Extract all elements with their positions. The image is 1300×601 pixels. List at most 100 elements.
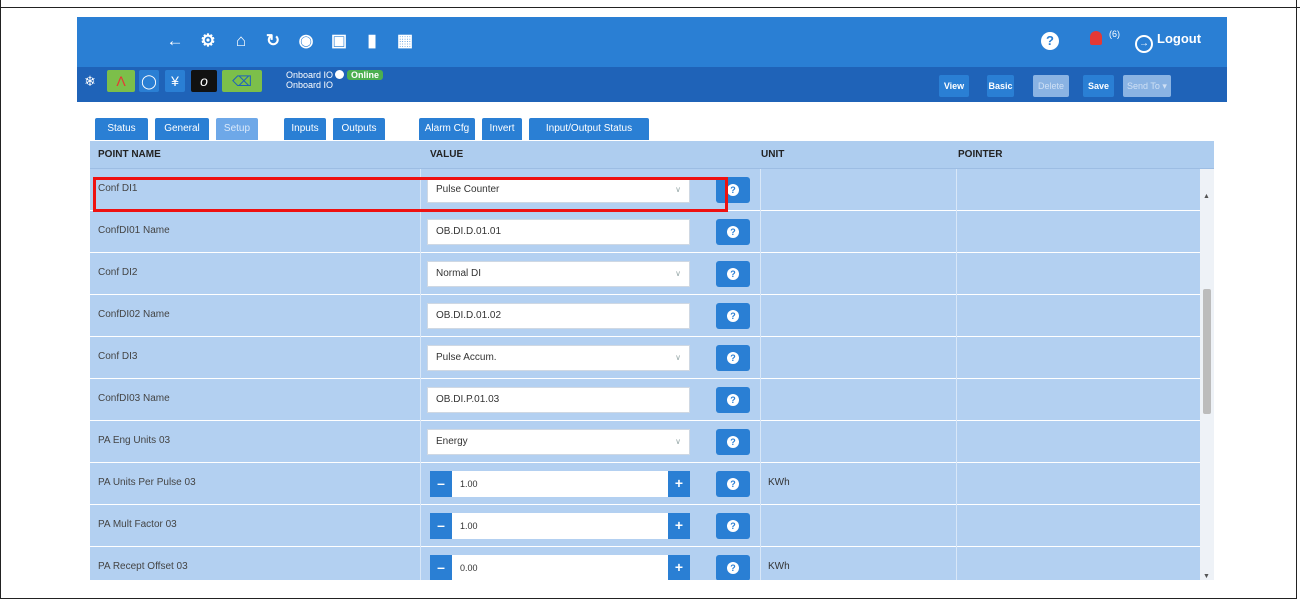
scroll-up-icon[interactable]: ▲ xyxy=(1203,193,1210,200)
help-button[interactable]: ? xyxy=(716,513,750,539)
question-icon: ? xyxy=(727,226,739,238)
highlight-box xyxy=(93,177,728,212)
column-pointer: POINTER xyxy=(958,149,1003,160)
tab-invert[interactable]: Invert xyxy=(482,118,522,140)
question-icon: ? xyxy=(727,436,739,448)
question-icon: ? xyxy=(727,184,739,196)
help-button[interactable]: ? xyxy=(716,303,750,329)
dashboard-icon[interactable]: ▦ xyxy=(395,31,415,51)
column-value: VALUE xyxy=(430,149,464,160)
help-button[interactable]: ? xyxy=(716,471,750,497)
question-icon: ? xyxy=(727,352,739,364)
info-icon[interactable] xyxy=(335,70,345,79)
table-header: POINT NAME VALUE UNIT POINTER xyxy=(90,141,1214,169)
gear-icon[interactable]: ⚙ xyxy=(198,31,218,51)
notification-count: (6) xyxy=(1109,29,1120,39)
table-scrollbar[interactable]: ▲ ▼ xyxy=(1200,169,1214,580)
question-icon: ? xyxy=(727,394,739,406)
value-select[interactable]: Energy ∨ xyxy=(427,429,690,455)
chevron-down-icon: ∨ xyxy=(675,269,681,278)
question-icon: ? xyxy=(727,562,739,574)
number-input[interactable]: 1.00 xyxy=(452,471,668,497)
table-row: PA Recept Offset 03 – 0.00 + ? KWh xyxy=(90,547,1200,580)
basic-button[interactable]: Basic xyxy=(987,75,1014,97)
alarm-icon[interactable]: Λ xyxy=(107,70,135,92)
value-select[interactable]: Normal DI ∨ xyxy=(427,261,690,287)
point-name: PA Units Per Pulse 03 xyxy=(98,477,196,488)
increment-button[interactable]: + xyxy=(668,471,690,497)
tab-input-output-status[interactable]: Input/Output Status xyxy=(529,118,649,140)
tab-inputs[interactable]: Inputs xyxy=(284,118,326,140)
question-icon: ? xyxy=(727,478,739,490)
table-row: Conf DI2 Normal DI ∨ ? xyxy=(90,253,1200,295)
decrement-button[interactable]: – xyxy=(430,555,452,580)
lightbulb-icon[interactable]: ◯ xyxy=(139,70,159,92)
value-select-text: Energy xyxy=(436,436,468,447)
tab-general[interactable]: General xyxy=(155,118,209,140)
save-button[interactable]: Save xyxy=(1083,75,1114,97)
tab-outputs[interactable]: Outputs xyxy=(333,118,385,140)
tab-status[interactable]: Status xyxy=(95,118,148,140)
send-to-button[interactable]: Send To ▾ xyxy=(1123,75,1171,97)
number-input[interactable]: 1.00 xyxy=(452,513,668,539)
bell-icon[interactable] xyxy=(1090,31,1102,45)
help-button[interactable]: ? xyxy=(716,387,750,413)
view-button[interactable]: View xyxy=(939,75,969,97)
table-row: Conf DI3 Pulse Accum. ∨ ? xyxy=(90,337,1200,379)
back-arrow-icon[interactable]: ← xyxy=(165,31,185,51)
table-row: PA Units Per Pulse 03 – 1.00 + ? KWh xyxy=(90,463,1200,505)
unit-label: KWh xyxy=(768,561,790,572)
device-icon[interactable]: ⌫ xyxy=(222,70,262,92)
value-text-input[interactable]: OB.DI.D.01.01 xyxy=(427,219,690,245)
logout-button[interactable]: → Logout xyxy=(1135,31,1201,53)
quantity-stepper: – 0.00 + xyxy=(430,555,690,580)
point-name: ConfDI01 Name xyxy=(98,225,170,236)
help-button[interactable]: ? xyxy=(716,219,750,245)
number-input[interactable]: 0.00 xyxy=(452,555,668,580)
chevron-down-icon: ∨ xyxy=(675,437,681,446)
top-toolbar: ← ⚙ ⌂ ↻ ◉ ▣ ▮ ▦ ? (6) → Logout xyxy=(77,17,1227,67)
value-select-text: Pulse Accum. xyxy=(436,352,497,363)
question-icon: ? xyxy=(727,520,739,532)
help-button[interactable]: ? xyxy=(716,555,750,580)
unit-label: KWh xyxy=(768,477,790,488)
decrement-button[interactable]: – xyxy=(430,471,452,497)
device-name-line2: Onboard IO xyxy=(286,80,334,90)
decrement-button[interactable]: – xyxy=(430,513,452,539)
io-icon[interactable]: o xyxy=(191,70,217,92)
home-icon[interactable]: ⌂ xyxy=(231,31,251,51)
question-icon: ? xyxy=(727,310,739,322)
point-name: Conf DI2 xyxy=(98,267,138,278)
scrollbar-thumb[interactable] xyxy=(1203,289,1211,414)
snowflake-icon[interactable]: ❄ xyxy=(80,70,100,92)
point-name: Conf DI3 xyxy=(98,351,138,362)
points-table-body[interactable]: Conf DI1 Pulse Counter ∨ ? ConfDI01 Name … xyxy=(90,169,1200,580)
table-row: ConfDI02 Name OB.DI.D.01.02 ? xyxy=(90,295,1200,337)
delete-button[interactable]: Delete xyxy=(1033,75,1069,97)
app-window: ← ⚙ ⌂ ↻ ◉ ▣ ▮ ▦ ? (6) → Logout ❄ Λ ◯ ¥ o … xyxy=(77,17,1227,580)
value-text-input[interactable]: OB.DI.P.01.03 xyxy=(427,387,690,413)
help-button[interactable]: ? xyxy=(716,261,750,287)
online-badge: Online xyxy=(347,70,384,80)
plug-icon[interactable]: ¥ xyxy=(165,70,185,92)
tab-setup[interactable]: Setup xyxy=(216,118,258,140)
table-row: PA Eng Units 03 Energy ∨ ? xyxy=(90,421,1200,463)
increment-button[interactable]: + xyxy=(668,513,690,539)
value-text-input[interactable]: OB.DI.D.01.02 xyxy=(427,303,690,329)
refresh-icon[interactable]: ↻ xyxy=(263,31,283,51)
device-title: Onboard IO Online Onboard IO xyxy=(286,70,384,90)
cube-icon[interactable]: ◉ xyxy=(296,31,316,51)
scroll-down-icon[interactable]: ▼ xyxy=(1203,573,1210,580)
value-select[interactable]: Pulse Accum. ∨ xyxy=(427,345,690,371)
calendar-icon[interactable]: ▣ xyxy=(329,31,349,51)
help-button[interactable]: ? xyxy=(716,345,750,371)
map-icon[interactable]: ▮ xyxy=(362,31,382,51)
point-name: ConfDI03 Name xyxy=(98,393,170,404)
help-button[interactable]: ? xyxy=(716,429,750,455)
column-unit: UNIT xyxy=(761,149,785,160)
increment-button[interactable]: + xyxy=(668,555,690,580)
logout-icon: → xyxy=(1135,35,1153,53)
help-icon[interactable]: ? xyxy=(1041,32,1059,50)
tab-alarm-cfg[interactable]: Alarm Cfg xyxy=(419,118,475,140)
point-name: PA Mult Factor 03 xyxy=(98,519,177,530)
